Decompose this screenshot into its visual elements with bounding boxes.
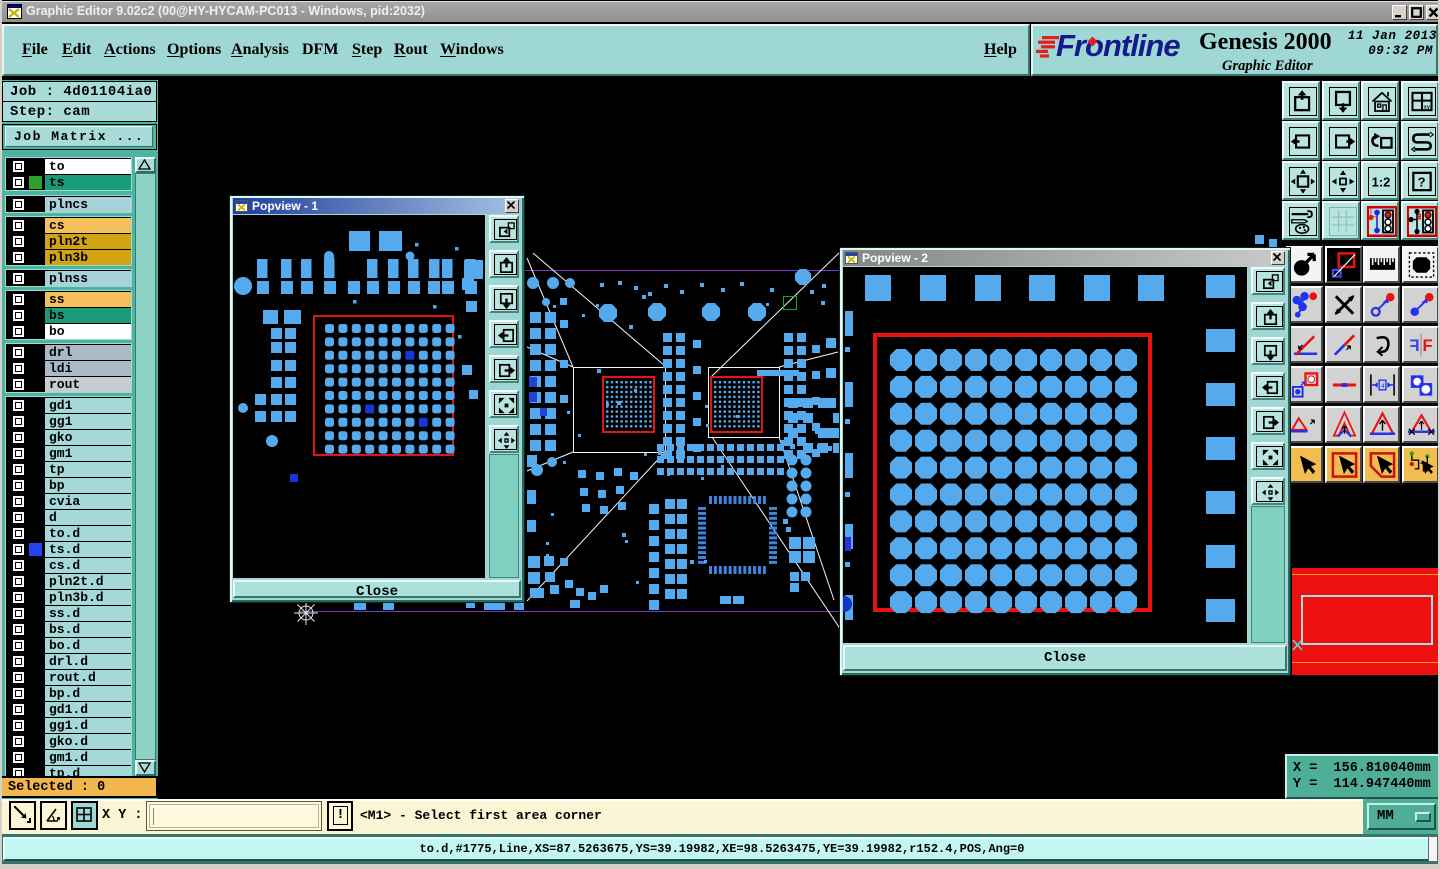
svg-text:?: ? [1418,175,1426,190]
svg-text:F: F [1422,337,1432,355]
svg-text:4: 4 [1381,383,1385,391]
svg-text:xy: xy [1424,104,1431,110]
svg-text:1:2: 1:2 [1372,175,1391,190]
svg-text:F: F [1410,337,1420,355]
